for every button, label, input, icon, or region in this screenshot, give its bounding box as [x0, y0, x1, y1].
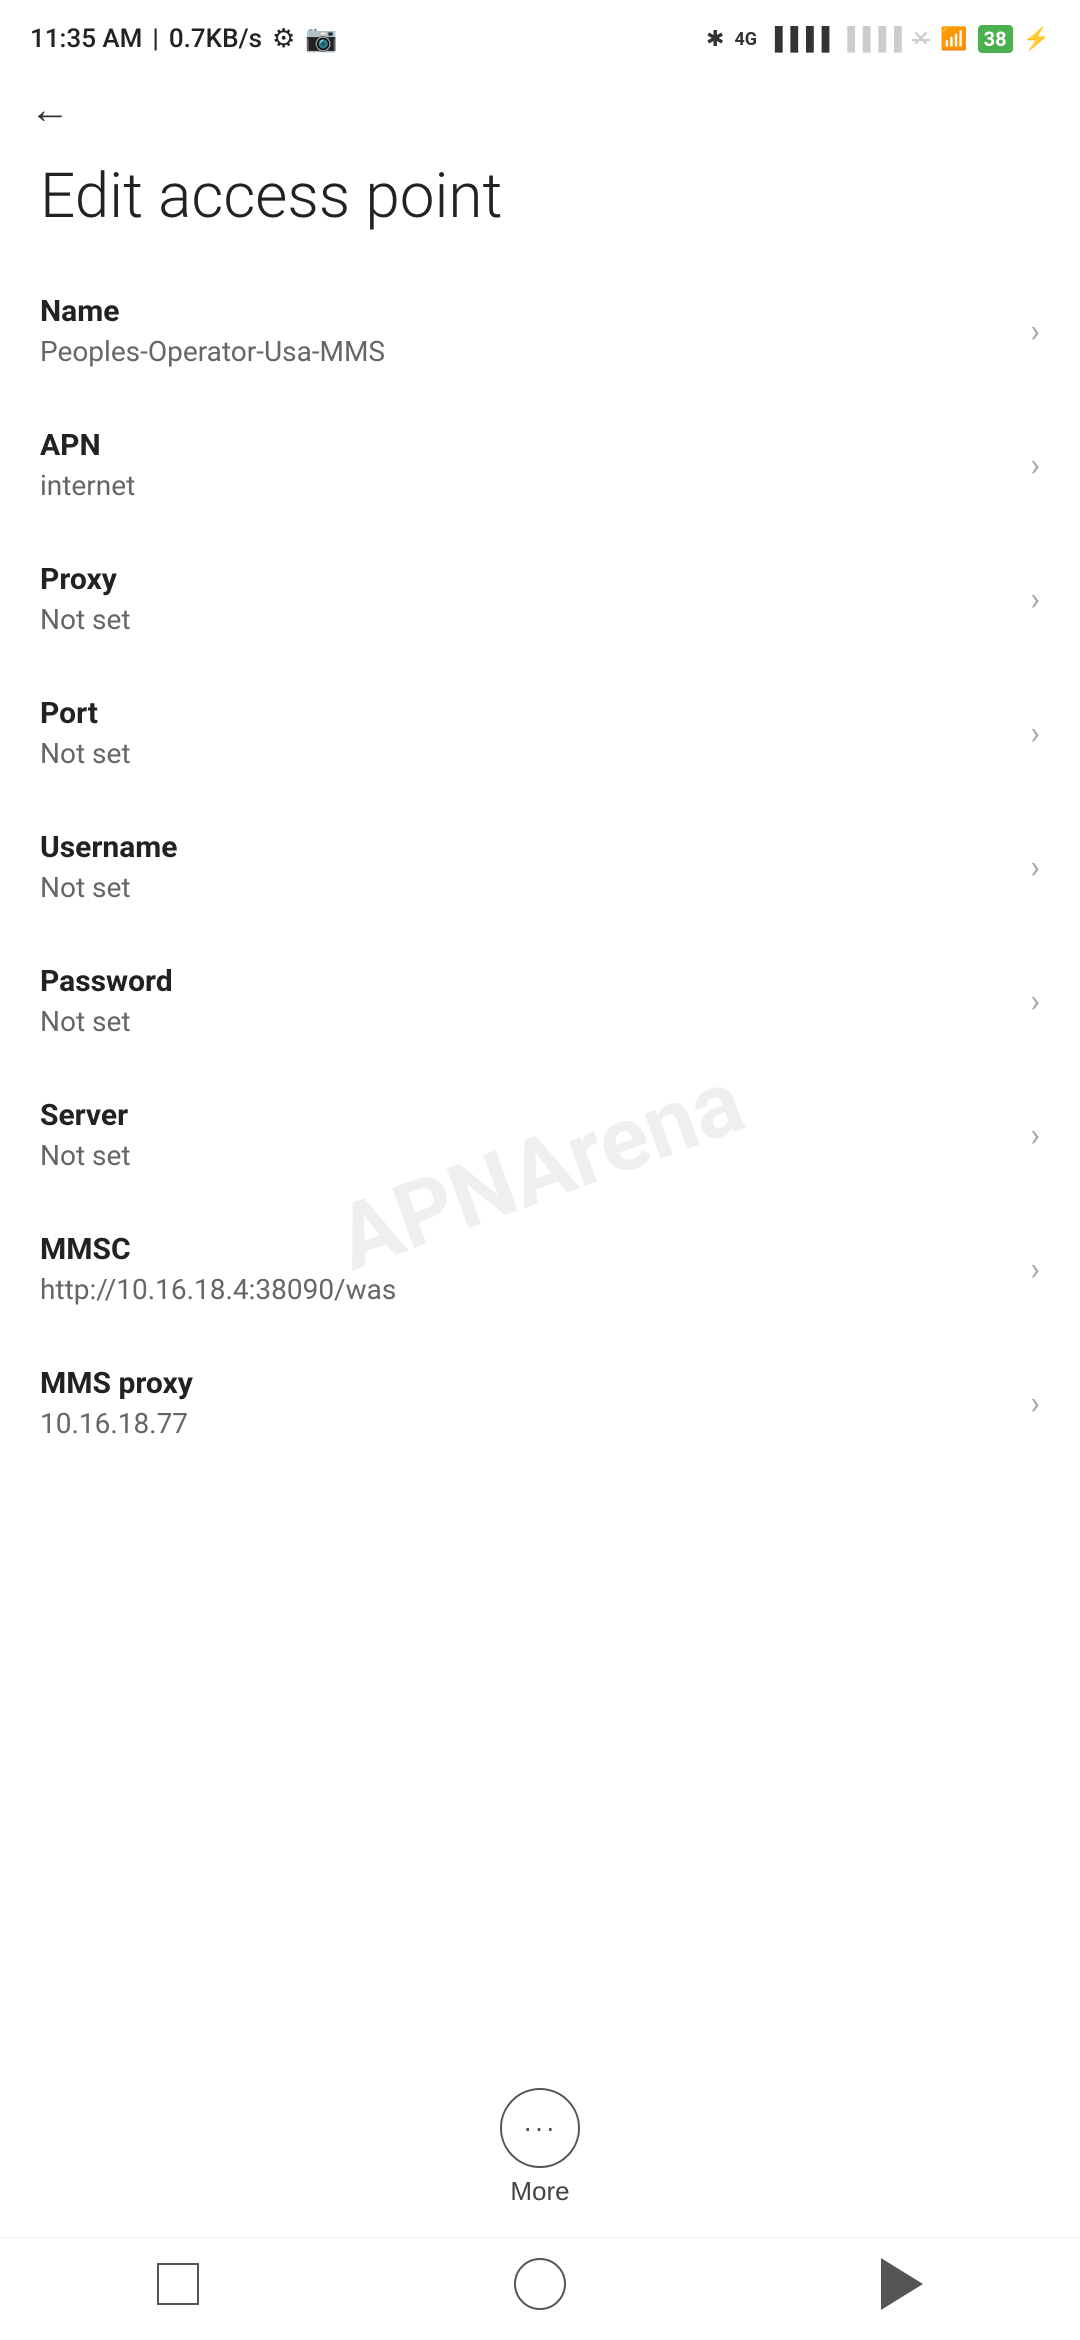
- settings-label-password: Password: [40, 964, 1010, 999]
- settings-label-port: Port: [40, 696, 1010, 731]
- settings-item-server[interactable]: Server Not set ›: [0, 1068, 1080, 1202]
- status-speed: |: [152, 24, 158, 54]
- settings-label-name: Name: [40, 294, 1010, 329]
- status-bar: 11:35 AM | 0.7KB/s ⚙ 📷 ✱ 4G ▐▐▐▐ ▐▐▐▐ ✕ …: [0, 0, 1080, 70]
- settings-item-mms-proxy-content: MMS proxy 10.16.18.77: [40, 1366, 1010, 1440]
- status-right: ✱ 4G ▐▐▐▐ ▐▐▐▐ ✕ 📶 38 ⚡: [706, 25, 1050, 53]
- home-circle-icon: [514, 2258, 566, 2310]
- chevron-icon-name: ›: [1030, 312, 1040, 350]
- more-button[interactable]: ··· More: [500, 2088, 580, 2207]
- no-signal-icon: ✕: [912, 27, 930, 52]
- settings-item-apn-content: APN internet: [40, 428, 1010, 502]
- chevron-icon-server: ›: [1030, 1116, 1040, 1154]
- chevron-icon-mmsc: ›: [1030, 1250, 1040, 1288]
- settings-value-mmsc: http://10.16.18.4:38090/was: [40, 1273, 1010, 1306]
- settings-value-password: Not set: [40, 1005, 1010, 1038]
- nav-back-button[interactable]: [881, 2258, 923, 2310]
- status-data-speed: 0.7KB/s: [169, 24, 262, 54]
- status-left: 11:35 AM | 0.7KB/s ⚙ 📷: [30, 24, 338, 54]
- settings-item-name-content: Name Peoples-Operator-Usa-MMS: [40, 294, 1010, 368]
- signal-4g-icon: 4G: [734, 29, 757, 50]
- chevron-icon-mms-proxy: ›: [1030, 1384, 1040, 1422]
- more-button-area: ··· More: [0, 2068, 1080, 2237]
- back-button[interactable]: ←: [30, 86, 70, 133]
- back-header: ←: [0, 70, 1080, 140]
- settings-value-port: Not set: [40, 737, 1010, 770]
- chevron-icon-apn: ›: [1030, 446, 1040, 484]
- nav-recents-button[interactable]: [157, 2263, 199, 2305]
- settings-value-username: Not set: [40, 871, 1010, 904]
- settings-value-apn: internet: [40, 469, 1010, 502]
- settings-icon: ⚙: [272, 24, 295, 54]
- status-time: 11:35 AM: [30, 24, 142, 54]
- settings-label-username: Username: [40, 830, 1010, 865]
- settings-value-proxy: Not set: [40, 603, 1010, 636]
- bluetooth-icon: ✱: [706, 27, 724, 52]
- page-title: Edit access point: [0, 140, 1080, 264]
- settings-item-port[interactable]: Port Not set ›: [0, 666, 1080, 800]
- chevron-icon-proxy: ›: [1030, 580, 1040, 618]
- settings-label-server: Server: [40, 1098, 1010, 1133]
- wifi-icon: 📶: [940, 27, 967, 52]
- settings-label-apn: APN: [40, 428, 1010, 463]
- settings-value-server: Not set: [40, 1139, 1010, 1172]
- settings-label-mmsc: MMSC: [40, 1232, 1010, 1267]
- more-label: More: [510, 2176, 569, 2207]
- settings-item-name[interactable]: Name Peoples-Operator-Usa-MMS ›: [0, 264, 1080, 398]
- video-icon: 📷: [305, 24, 337, 54]
- settings-item-proxy-content: Proxy Not set: [40, 562, 1010, 636]
- settings-label-proxy: Proxy: [40, 562, 1010, 597]
- chevron-icon-password: ›: [1030, 982, 1040, 1020]
- battery-level: 38: [984, 27, 1007, 51]
- settings-item-username[interactable]: Username Not set ›: [0, 800, 1080, 934]
- settings-item-mmsc-content: MMSC http://10.16.18.4:38090/was: [40, 1232, 1010, 1306]
- chevron-icon-port: ›: [1030, 714, 1040, 752]
- settings-item-mmsc[interactable]: MMSC http://10.16.18.4:38090/was ›: [0, 1202, 1080, 1336]
- nav-home-button[interactable]: [514, 2258, 566, 2310]
- settings-item-password-content: Password Not set: [40, 964, 1010, 1038]
- more-icon: ···: [500, 2088, 580, 2168]
- battery-icon: 38: [978, 25, 1013, 53]
- settings-item-username-content: Username Not set: [40, 830, 1010, 904]
- settings-label-mms-proxy: MMS proxy: [40, 1366, 1010, 1401]
- settings-item-proxy[interactable]: Proxy Not set ›: [0, 532, 1080, 666]
- settings-value-mms-proxy: 10.16.18.77: [40, 1407, 1010, 1440]
- nav-bar: [0, 2237, 1080, 2340]
- chevron-icon-username: ›: [1030, 848, 1040, 886]
- charging-icon: ⚡: [1023, 27, 1050, 52]
- settings-item-port-content: Port Not set: [40, 696, 1010, 770]
- settings-item-server-content: Server Not set: [40, 1098, 1010, 1172]
- settings-item-password[interactable]: Password Not set ›: [0, 934, 1080, 1068]
- signal-bars-icon: ▐▐▐▐: [767, 26, 829, 52]
- settings-list: Name Peoples-Operator-Usa-MMS › APN inte…: [0, 264, 1080, 2068]
- back-triangle-icon: [881, 2258, 923, 2310]
- more-dots: ···: [523, 2112, 557, 2144]
- recents-square-icon: [157, 2263, 199, 2305]
- settings-value-name: Peoples-Operator-Usa-MMS: [40, 335, 1010, 368]
- settings-item-mms-proxy[interactable]: MMS proxy 10.16.18.77 ›: [0, 1336, 1080, 1470]
- settings-item-apn[interactable]: APN internet ›: [0, 398, 1080, 532]
- signal-bars2-icon: ▐▐▐▐: [839, 26, 901, 52]
